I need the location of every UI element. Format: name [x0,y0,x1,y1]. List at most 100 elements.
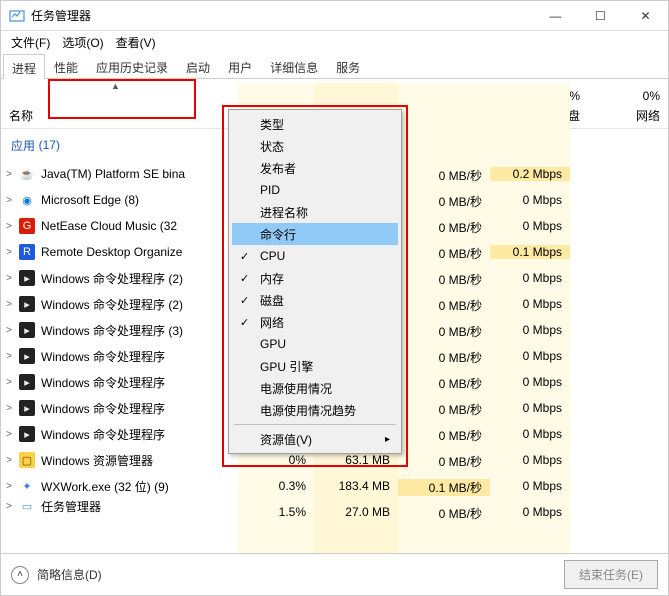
cmd-icon: ▸ [19,374,35,390]
expand-icon[interactable]: > [1,403,17,414]
tab-3[interactable]: 启动 [177,53,219,78]
menu-view[interactable]: 查看(V) [112,32,160,53]
context-menu-item[interactable]: 资源值(V) [232,428,398,450]
tab-2[interactable]: 应用历史记录 [87,53,177,78]
column-context-menu: 类型状态发布者PID进程名称命令行CPU内存磁盘网络GPUGPU 引擎电源使用情… [228,109,402,454]
disk-value: 0 MB/秒 [398,167,490,184]
network-value: 0.1 Mbps [490,245,570,259]
process-name: Windows 命令处理程序 [41,374,231,391]
cpu-value: 1.5% [238,505,314,519]
disk-value: 0 MB/秒 [398,427,490,444]
disk-value: 0 MB/秒 [398,453,490,470]
expand-icon[interactable]: > [1,299,17,310]
cmd-icon: ▸ [19,296,35,312]
menu-options[interactable]: 选项(O) [58,32,107,53]
disk-value: 0 MB/秒 [398,349,490,366]
fewer-details-link[interactable]: 简略信息(D) [37,566,102,583]
expand-icon[interactable]: > [1,481,17,492]
expand-icon[interactable]: > [1,169,17,180]
disk-value: 0 MB/秒 [398,401,490,418]
disk-value: 0 MB/秒 [398,219,490,236]
context-menu-item[interactable]: GPU 引擎 [232,355,398,377]
edge-icon: ◉ [19,192,35,208]
app-icon [9,8,25,24]
disk-value: 0.1 MB/秒 [398,479,490,496]
expand-icon[interactable]: > [1,429,17,440]
context-menu-item[interactable]: 内存 [232,267,398,289]
expand-icon[interactable]: > [1,325,17,336]
expand-icon[interactable]: > [1,273,17,284]
memory-value: 183.4 MB [314,479,398,493]
expand-icon[interactable]: > [1,377,17,388]
memory-value: 27.0 MB [314,505,398,519]
end-task-button[interactable]: 结束任务(E) [564,560,658,589]
header-name[interactable]: 名称 ▲ [1,79,238,128]
context-menu-item[interactable]: 状态 [232,135,398,157]
network-value: 0 Mbps [490,401,570,415]
context-menu-item[interactable]: CPU [232,245,398,267]
process-name: Remote Desktop Organize [41,245,231,259]
process-name: Windows 命令处理程序 [41,348,231,365]
expand-icon[interactable]: > [1,501,17,512]
context-menu-item[interactable]: GPU [232,333,398,355]
menu-file[interactable]: 文件(F) [7,32,54,53]
tab-1[interactable]: 性能 [45,53,87,78]
process-name: Windows 资源管理器 [41,452,231,469]
disk-value: 0 MB/秒 [398,323,490,340]
close-button[interactable]: ✕ [623,1,668,31]
tab-6[interactable]: 服务 [327,53,369,78]
cpu-value: 0.3% [238,479,314,493]
network-value: 0 Mbps [490,349,570,363]
netease-icon: G [19,218,35,234]
network-value: 0 Mbps [490,375,570,389]
sort-arrow-icon: ▲ [111,81,120,91]
expand-icon[interactable]: > [1,221,17,232]
tab-strip: 进程性能应用历史记录启动用户详细信息服务 [1,53,668,79]
context-menu-item[interactable]: 命令行 [232,223,398,245]
network-value: 0 Mbps [490,505,570,519]
collapse-icon[interactable]: ˄ [11,566,29,584]
context-menu-item[interactable]: PID [232,179,398,201]
cmd-icon: ▸ [19,400,35,416]
process-name: WXWork.exe (32 位) (9) [41,478,231,495]
maximize-button[interactable]: ☐ [578,1,623,31]
java-icon: ☕ [19,166,35,182]
process-name: NetEase Cloud Music (32 [41,219,231,233]
cmd-icon: ▸ [19,348,35,364]
context-menu-item[interactable]: 磁盘 [232,289,398,311]
tab-4[interactable]: 用户 [219,53,261,78]
minimize-button[interactable]: — [533,1,578,31]
expand-icon[interactable]: > [1,247,17,258]
network-value: 0 Mbps [490,219,570,233]
disk-value: 0 MB/秒 [398,245,490,262]
cpu-value: 0% [238,453,314,467]
process-name: Windows 命令处理程序 [41,400,231,417]
network-value: 0 Mbps [490,427,570,441]
context-menu-item[interactable]: 发布者 [232,157,398,179]
tab-5[interactable]: 详细信息 [261,53,327,78]
rdo-icon: R [19,244,35,260]
menu-separator [234,424,396,425]
network-value: 0 Mbps [490,297,570,311]
context-menu-item[interactable]: 电源使用情况 [232,377,398,399]
network-value: 0 Mbps [490,271,570,285]
network-value: 0 Mbps [490,453,570,467]
cmd-icon: ▸ [19,322,35,338]
process-name: Windows 命令处理程序 (2) [41,270,231,287]
context-menu-item[interactable]: 电源使用情况趋势 [232,399,398,421]
expand-icon[interactable]: > [1,195,17,206]
process-name: Java(TM) Platform SE bina [41,167,231,181]
process-name: Microsoft Edge (8) [41,193,231,207]
cmd-icon: ▸ [19,426,35,442]
context-menu-item[interactable]: 进程名称 [232,201,398,223]
context-menu-item[interactable]: 网络 [232,311,398,333]
context-menu-item[interactable]: 类型 [232,113,398,135]
expand-icon[interactable]: > [1,455,17,466]
network-value: 0 Mbps [490,479,570,493]
footer: ˄ 简略信息(D) 结束任务(E) [1,553,668,595]
process-name: 任务管理器 [41,499,231,513]
tab-0[interactable]: 进程 [3,54,45,79]
expand-icon[interactable]: > [1,351,17,362]
disk-value: 0 MB/秒 [398,271,490,288]
process-name: Windows 命令处理程序 [41,426,231,443]
